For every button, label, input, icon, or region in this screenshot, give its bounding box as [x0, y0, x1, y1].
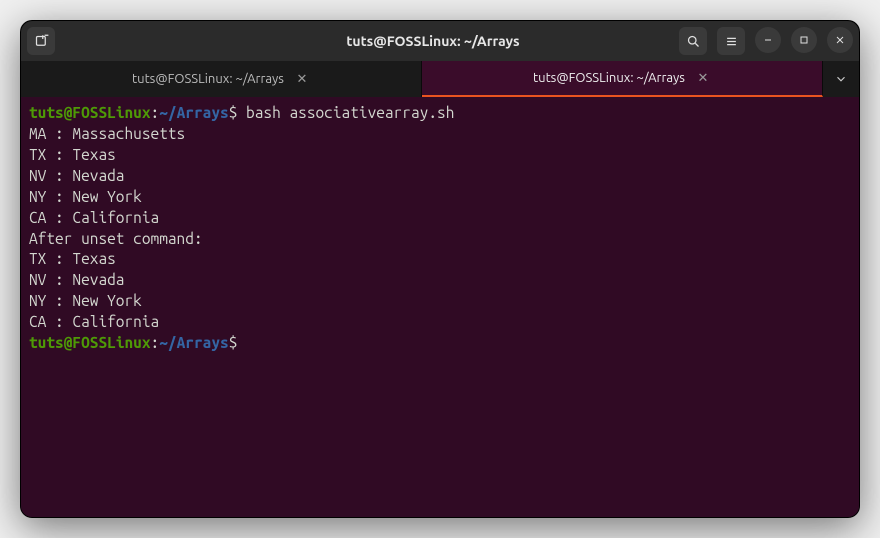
window-title: tuts@FOSSLinux: ~/Arrays	[193, 33, 673, 49]
titlebar-left	[27, 27, 187, 55]
tab-0[interactable]: tuts@FOSSLinux: ~/Arrays ✕	[21, 61, 422, 97]
output-line: TX : Texas	[29, 145, 851, 166]
output-line: CA : California	[29, 208, 851, 229]
output-line: NY : New York	[29, 187, 851, 208]
prompt-line: tuts@FOSSLinux:~/Arrays$ bash associativ…	[29, 103, 851, 124]
terminal-body[interactable]: tuts@FOSSLinux:~/Arrays$ bash associativ…	[21, 97, 859, 517]
close-button[interactable]	[827, 27, 853, 53]
prompt-path: ~/Arrays	[159, 334, 228, 351]
prompt-line: tuts@FOSSLinux:~/Arrays$	[29, 333, 851, 354]
titlebar-right	[679, 27, 853, 55]
prompt-host: FOSSLinux	[72, 104, 150, 121]
tab-close-icon[interactable]: ✕	[695, 70, 711, 86]
output-line: CA : California	[29, 312, 851, 333]
output-line: TX : Texas	[29, 249, 851, 270]
tab-1[interactable]: tuts@FOSSLinux: ~/Arrays ✕	[422, 61, 823, 97]
prompt-user: tuts	[29, 104, 64, 121]
prompt-colon: :	[151, 104, 160, 121]
titlebar: tuts@FOSSLinux: ~/Arrays	[21, 21, 859, 61]
output-line: NV : Nevada	[29, 166, 851, 187]
minimize-button[interactable]	[755, 27, 781, 53]
new-tab-button[interactable]	[27, 27, 55, 55]
tab-label: tuts@FOSSLinux: ~/Arrays	[132, 72, 284, 86]
prompt-path: ~/Arrays	[159, 104, 228, 121]
terminal-window: tuts@FOSSLinux: ~/Arrays tuts@FOSSLinux:…	[20, 20, 860, 518]
search-button[interactable]	[679, 27, 707, 55]
maximize-button[interactable]	[791, 27, 817, 53]
command-text: bash associativearray.sh	[237, 104, 454, 121]
menu-button[interactable]	[717, 27, 745, 55]
tab-label: tuts@FOSSLinux: ~/Arrays	[533, 71, 685, 85]
output-line: NY : New York	[29, 291, 851, 312]
tabbar: tuts@FOSSLinux: ~/Arrays ✕ tuts@FOSSLinu…	[21, 61, 859, 97]
tab-dropdown-button[interactable]	[823, 61, 859, 97]
prompt-colon: :	[151, 334, 160, 351]
output-line: After unset command:	[29, 229, 851, 250]
tab-close-icon[interactable]: ✕	[294, 71, 310, 87]
output-line: NV : Nevada	[29, 270, 851, 291]
prompt-user: tuts	[29, 334, 64, 351]
prompt-dollar: $	[229, 334, 238, 351]
prompt-host: FOSSLinux	[72, 334, 150, 351]
output-line: MA : Massachusetts	[29, 124, 851, 145]
